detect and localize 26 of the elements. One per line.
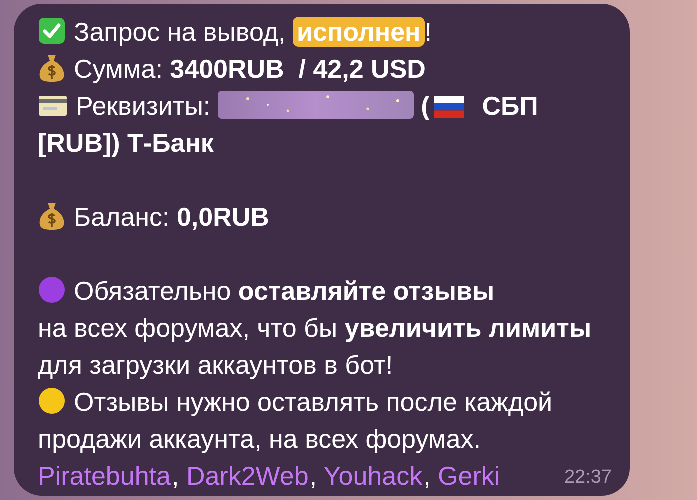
message-text: Баланс: 0,0RUB	[74, 201, 270, 234]
message-time: 22:37	[564, 466, 612, 490]
message-text: (	[420, 91, 430, 121]
message-text: [RUB]) Т-Банк	[38, 128, 214, 158]
russia-flag-icon	[434, 96, 464, 118]
forum-list: Piratebuhta, Dark2Web, Youhack, Gerki	[38, 461, 502, 491]
forum-link[interactable]: Youhack	[324, 461, 424, 491]
message-text: продажи аккаунта, на всех форумах.	[38, 423, 481, 456]
message-text: Запрос на вывод,	[74, 16, 287, 49]
money-bag-icon	[38, 201, 66, 231]
forum-link[interactable]: Piratebuhta	[38, 461, 172, 491]
message-text: Отзывы нужно оставлять после каждой	[74, 386, 553, 419]
forum-link[interactable]: Gerki	[438, 461, 502, 491]
message-text: !	[424, 16, 432, 49]
spoiler-blur[interactable]	[218, 91, 414, 119]
message-text: СБП	[481, 91, 538, 121]
message-text: на всех форумах, что бы увеличить лимиты	[38, 312, 592, 345]
forum-link[interactable]: Dark2Web	[186, 461, 310, 491]
message-text: для загрузки аккаунтов в бот!	[38, 349, 394, 382]
check-icon	[38, 17, 66, 45]
message-text: Сумма: 3400RUB / 42,2 USD	[74, 53, 426, 86]
message-text: Обязательно оставляйте отзывы	[74, 275, 495, 308]
status-highlight: исполнен	[292, 17, 425, 47]
credit-card-icon	[38, 94, 68, 118]
money-bag-icon	[38, 53, 66, 83]
message-text: Реквизиты:	[76, 90, 212, 123]
